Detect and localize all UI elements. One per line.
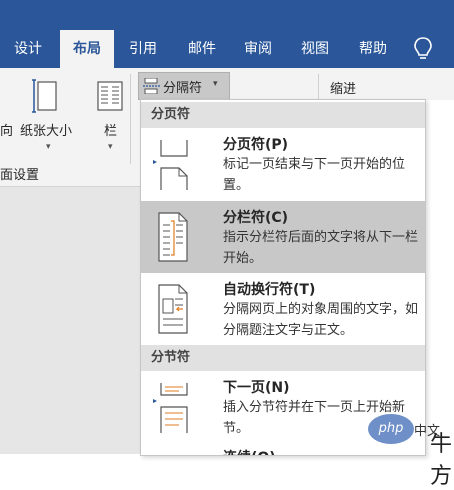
tab-design[interactable]: 设计 [0, 30, 56, 68]
chevron-down-icon: ▾ [46, 142, 51, 152]
breaks-icon [143, 78, 161, 94]
tab-view[interactable]: 视图 [290, 30, 340, 68]
text-wrapping-break-title: 自动换行符(T) [223, 282, 316, 298]
lightbulb-icon[interactable] [412, 36, 434, 62]
page-break-option[interactable]: 分页符(P) 标记一页结束与下一页开始的位置。 [141, 130, 425, 200]
page-breaks-header: 分页符 [141, 102, 425, 128]
chevron-down-icon: ▾ [108, 142, 113, 152]
breaks-label: 分隔符 [163, 81, 203, 96]
breaks-button[interactable]: 分隔符 ▾ [138, 72, 230, 100]
php-logo: php [368, 414, 414, 444]
orientation-label[interactable]: 向 [0, 120, 13, 139]
page-break-desc: 标记一页结束与下一页开始的位置。 [223, 157, 406, 193]
next-page-break-icon [153, 383, 188, 433]
text-wrapping-break-desc: 分隔网页上的对象周围的文字，如分隔题注文字与正文。 [223, 302, 419, 338]
continuous-title: 连续(O) [223, 447, 276, 455]
tab-layout[interactable]: 布局 [60, 30, 114, 68]
tab-review[interactable]: 审阅 [234, 30, 282, 68]
columns-button[interactable]: 栏 [104, 120, 117, 139]
page-setup-group-label: 面设置 [0, 168, 40, 183]
paper-size-icon[interactable] [32, 78, 62, 114]
page-break-title: 分页符(P) [223, 137, 289, 153]
text-wrapping-break-option[interactable]: 自动换行符(T) 分隔网页上的对象周围的文字，如分隔题注文字与正文。 [141, 275, 425, 345]
text-wrapping-break-icon [158, 284, 188, 334]
ribbon-tab-bar: 设计 布局 引用 邮件 审阅 视图 帮助 [0, 0, 454, 68]
breaks-dropdown-menu: 分页符 分页符(P) 标记一页结束与下一页开始的位置。 分栏符(C) 指示分栏符… [140, 99, 426, 456]
watermark-char: 牛方 [430, 432, 453, 489]
section-breaks-header: 分节符 [141, 345, 425, 371]
tab-mailings[interactable]: 邮件 [176, 30, 228, 68]
indent-label: 缩进 [330, 82, 357, 97]
column-break-desc: 指示分栏符后面的文字将从下一栏开始。 [223, 230, 419, 266]
paper-size-button[interactable]: 纸张大小 [20, 120, 72, 139]
tab-references[interactable]: 引用 [118, 30, 168, 68]
column-break-icon [158, 212, 188, 262]
ribbon-separator [130, 74, 131, 164]
column-break-option[interactable]: 分栏符(C) 指示分栏符后面的文字将从下一栏开始。 [141, 201, 425, 273]
column-break-title: 分栏符(C) [223, 210, 289, 226]
tab-help[interactable]: 帮助 [348, 30, 398, 68]
columns-icon[interactable] [96, 80, 124, 112]
page-break-icon [153, 140, 188, 190]
site-watermark: php 中文 牛方 [368, 412, 454, 489]
next-page-title: 下一页(N) [223, 380, 290, 396]
chevron-down-icon: ▾ [213, 79, 218, 89]
